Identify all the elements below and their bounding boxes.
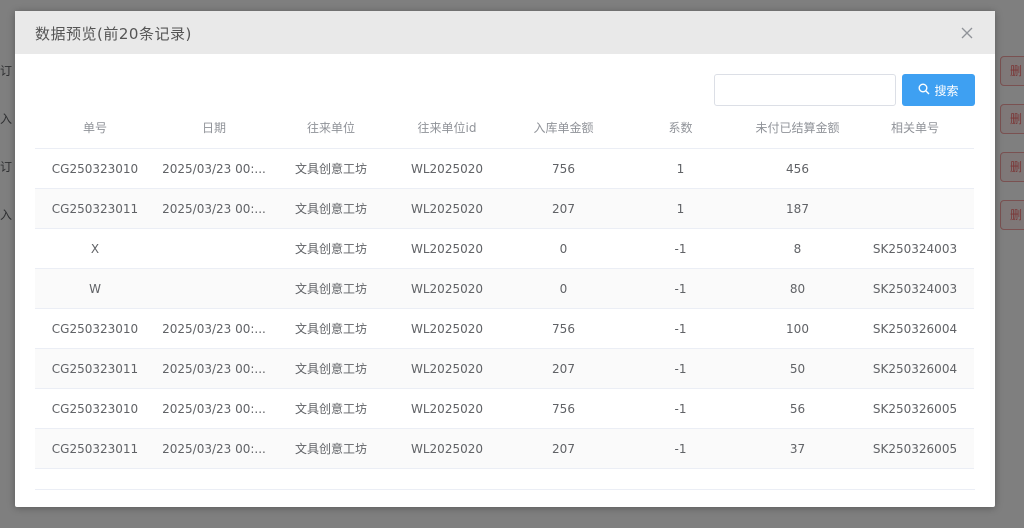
table-cell: 2025/03/23 00:... (155, 148, 273, 189)
table-cell: 2025/03/23 00:... (155, 308, 273, 349)
column-header[interactable]: 往来单位 (273, 106, 389, 149)
table-cell: 207 (505, 348, 622, 389)
table-cell: -1 (622, 308, 739, 349)
table-footer (35, 469, 975, 490)
table-cell: WL2025020 (389, 188, 505, 229)
table-cell: 2025/03/23 00:... (155, 188, 273, 229)
table-cell: 2025/03/23 00:... (155, 348, 273, 389)
close-icon[interactable] (959, 25, 975, 41)
table-cell: WL2025020 (389, 308, 505, 349)
table-cell (155, 228, 273, 269)
table-cell: SK250326005 (856, 428, 974, 469)
table-row[interactable]: CG250323010 2025/03/23 00:... 文具创意工坊 WL2025… (35, 308, 974, 349)
table-cell: 2025/03/23 00:... (155, 388, 273, 429)
table-cell (155, 268, 273, 309)
table-cell: SK250326004 (856, 308, 974, 349)
table-cell: 37 (739, 428, 856, 469)
table-cell: 756 (505, 308, 622, 349)
table-cell: 8 (739, 228, 856, 269)
table-cell: -1 (622, 388, 739, 429)
search-icon (918, 83, 930, 98)
table-cell: 756 (505, 148, 622, 189)
table-cell: 0 (505, 268, 622, 309)
table-cell: WL2025020 (389, 388, 505, 429)
table-cell: X (35, 228, 155, 269)
table-cell: CG250323010 (35, 148, 155, 189)
table-cell: CG250323011 (35, 348, 155, 389)
table-cell: 56 (739, 388, 856, 429)
table-cell: -1 (622, 428, 739, 469)
table-row[interactable]: CG250323011 2025/03/23 00:... 文具创意工坊 WL2025… (35, 428, 974, 469)
table-cell: 文具创意工坊 (273, 268, 389, 309)
table-cell: W (35, 268, 155, 309)
table-row[interactable]: CG250323011 2025/03/23 00:... 文具创意工坊 WL2025… (35, 188, 974, 229)
table-header-row: 单号 日期 往来单位 往来单位id 入库单金额 系数 未付已结算金额 相关单号 (35, 106, 974, 149)
table-cell: 文具创意工坊 (273, 188, 389, 229)
table-cell: 1 (622, 148, 739, 189)
table-cell (856, 148, 974, 189)
table-cell: SK250324003 (856, 268, 974, 309)
table-row[interactable]: CG250323011 2025/03/23 00:... 文具创意工坊 WL2025… (35, 348, 974, 389)
table-cell: 456 (739, 148, 856, 189)
table-cell: 100 (739, 308, 856, 349)
table-cell: 文具创意工坊 (273, 348, 389, 389)
table-cell: 50 (739, 348, 856, 389)
column-header[interactable]: 日期 (155, 106, 273, 149)
table-cell (856, 188, 974, 229)
table-cell: 0 (505, 228, 622, 269)
search-button-label: 搜索 (934, 83, 959, 98)
table-cell: 文具创意工坊 (273, 428, 389, 469)
table-cell: 756 (505, 388, 622, 429)
table-cell: WL2025020 (389, 228, 505, 269)
preview-table-container: 单号 日期 往来单位 往来单位id 入库单金额 系数 未付已结算金额 相关单号 … (35, 106, 975, 490)
table-cell: SK250326004 (856, 348, 974, 389)
dialog-title: 数据预览(前20条记录) (35, 25, 192, 43)
preview-table: 单号 日期 往来单位 往来单位id 入库单金额 系数 未付已结算金额 相关单号 … (35, 106, 974, 469)
table-cell: WL2025020 (389, 148, 505, 189)
table-cell: -1 (622, 348, 739, 389)
table-cell: 文具创意工坊 (273, 228, 389, 269)
column-header[interactable]: 未付已结算金额 (739, 106, 856, 149)
table-cell: SK250326005 (856, 388, 974, 429)
table-cell: 文具创意工坊 (273, 148, 389, 189)
table-row[interactable]: CG250323010 2025/03/23 00:... 文具创意工坊 WL2025… (35, 388, 974, 429)
table-cell: CG250323010 (35, 388, 155, 429)
column-header[interactable]: 入库单金额 (505, 106, 622, 149)
table-cell: WL2025020 (389, 348, 505, 389)
table-cell: 1 (622, 188, 739, 229)
table-cell: WL2025020 (389, 268, 505, 309)
table-row[interactable]: CG250323010 2025/03/23 00:... 文具创意工坊 WL2025… (35, 148, 974, 189)
column-header[interactable]: 系数 (622, 106, 739, 149)
search-bar: 搜索 (714, 74, 975, 106)
search-button[interactable]: 搜索 (902, 74, 975, 106)
table-cell: CG250323011 (35, 188, 155, 229)
dialog-header: 数据预览(前20条记录) (15, 11, 995, 54)
table-cell: 2025/03/23 00:... (155, 428, 273, 469)
search-input[interactable] (714, 74, 896, 106)
column-header[interactable]: 相关单号 (856, 106, 974, 149)
table-cell: 187 (739, 188, 856, 229)
table-cell: CG250323010 (35, 308, 155, 349)
table-cell: 文具创意工坊 (273, 388, 389, 429)
table-cell: -1 (622, 268, 739, 309)
column-header[interactable]: 往来单位id (389, 106, 505, 149)
table-cell: -1 (622, 228, 739, 269)
column-header[interactable]: 单号 (35, 106, 155, 149)
data-preview-dialog: 数据预览(前20条记录) 搜索 单号 日期 往来单位 往来单位id 入库单金额 … (15, 11, 995, 507)
table-cell: WL2025020 (389, 428, 505, 469)
table-cell: 207 (505, 188, 622, 229)
table-cell: CG250323011 (35, 428, 155, 469)
table-row[interactable]: W 文具创意工坊 WL2025020 0 -1 80 SK250324003 (35, 268, 974, 309)
table-cell: SK250324003 (856, 228, 974, 269)
table-row[interactable]: X 文具创意工坊 WL2025020 0 -1 8 SK250324003 (35, 228, 974, 269)
table-cell: 80 (739, 268, 856, 309)
table-cell: 207 (505, 428, 622, 469)
table-cell: 文具创意工坊 (273, 308, 389, 349)
